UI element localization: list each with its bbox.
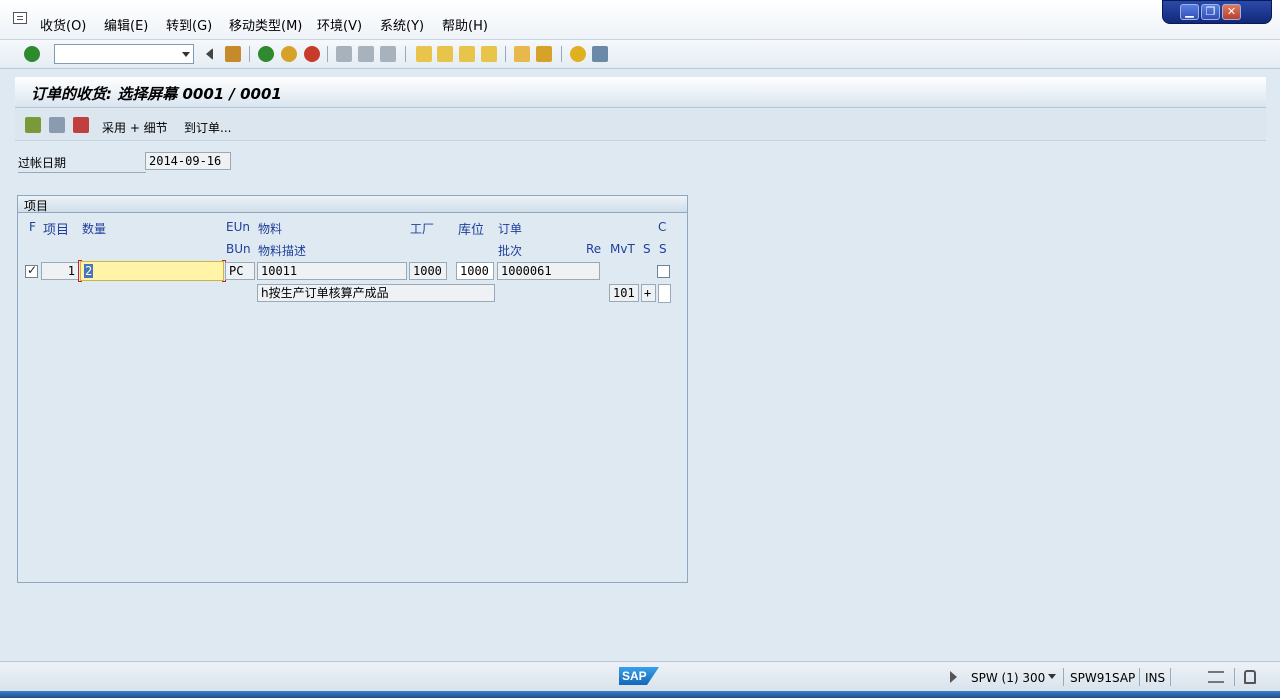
storage-location-field[interactable]: 1000: [456, 262, 494, 280]
find-next-icon[interactable]: [380, 46, 396, 62]
special-stock-field[interactable]: [658, 284, 671, 303]
window-controls: ▁ ❐ ✕: [1162, 0, 1272, 24]
layout-menu-icon[interactable]: [592, 46, 608, 62]
col-batch: 批次: [498, 244, 523, 258]
back-icon[interactable]: [258, 46, 274, 62]
status-bar: SAP SPW (1) 300 SPW91SAP INS: [0, 661, 1280, 691]
status-separator: [1063, 668, 1064, 686]
col-s2: S: [659, 242, 667, 256]
page-title: 订单的收货: 选择屏幕 0001 / 0001: [31, 85, 282, 103]
lock-icon: [1244, 670, 1256, 684]
toolbar-separator: [249, 46, 250, 62]
col-c: C: [658, 220, 667, 234]
menu-movement-type[interactable]: 移动类型(M): [229, 15, 302, 34]
item-number-field: 1: [41, 262, 79, 280]
posting-date-label: 过帐日期: [18, 154, 146, 173]
menu-bar: 收货(O) 编辑(E) 转到(G) 移动类型(M) 环境(V) 系统(Y) 帮助…: [0, 0, 1280, 40]
menu-system[interactable]: 系统(Y): [380, 15, 424, 34]
col-item: 项目: [43, 223, 70, 238]
next-page-icon[interactable]: [459, 46, 475, 62]
posting-date-field[interactable]: 2014-09-16: [145, 152, 231, 170]
col-re: Re: [586, 242, 602, 256]
plant-field: 1000: [409, 262, 447, 280]
command-field[interactable]: [54, 44, 194, 64]
exit-icon[interactable]: [281, 46, 297, 62]
col-quantity: 数量: [82, 222, 107, 236]
application-toolbar: 采用 + 细节 到订单...: [15, 109, 1266, 141]
overview-icon[interactable]: [25, 117, 41, 133]
quantity-value[interactable]: 2: [84, 264, 94, 278]
first-page-icon[interactable]: [416, 46, 432, 62]
print-icon[interactable]: [336, 46, 352, 62]
toolbar-separator: [327, 46, 328, 62]
close-button[interactable]: ✕: [1222, 4, 1241, 20]
quantity-field[interactable]: 2: [78, 260, 226, 282]
insert-mode[interactable]: INS: [1145, 671, 1165, 685]
items-group-header: 项目: [18, 196, 687, 213]
chevron-down-icon[interactable]: [1048, 674, 1056, 679]
previous-page-icon[interactable]: [437, 46, 453, 62]
system-menu-icon[interactable]: [13, 12, 27, 24]
os-taskbar: [0, 691, 1280, 698]
item-ok-checkbox[interactable]: [25, 263, 38, 278]
col-plant: 工厂: [410, 222, 435, 236]
enter-icon[interactable]: [24, 46, 40, 62]
material-description-field: h按生产订单核算产成品: [257, 284, 495, 302]
adopt-details-button[interactable]: 采用 + 细节: [102, 119, 168, 136]
col-order: 订单: [498, 222, 523, 236]
standard-toolbar: [0, 40, 1280, 69]
sap-logo: SAP: [619, 667, 659, 685]
to-order-button[interactable]: 到订单...: [184, 119, 231, 136]
last-page-icon[interactable]: [481, 46, 497, 62]
unit-field[interactable]: PC: [225, 262, 255, 280]
col-material-description: 物料描述: [258, 244, 307, 258]
toolbar-separator: [405, 46, 406, 62]
save-icon[interactable]: [225, 46, 241, 62]
expand-status-icon[interactable]: [950, 671, 957, 683]
stock-type-field: +: [641, 284, 656, 302]
system-info[interactable]: SPW (1) 300: [971, 671, 1045, 685]
shortcut-icon[interactable]: [536, 46, 552, 62]
col-base-unit: BUn: [226, 242, 251, 256]
col-s: S: [643, 242, 651, 256]
col-material: 物料: [258, 222, 283, 236]
material-field: 10011: [257, 262, 407, 280]
menu-goods-receipt[interactable]: 收货(O): [40, 15, 86, 34]
copy-icon[interactable]: [73, 117, 89, 133]
chevron-down-icon[interactable]: [182, 52, 190, 57]
minimize-button[interactable]: ▁: [1180, 4, 1199, 20]
toolbar-separator: [561, 46, 562, 62]
col-storage-location: 库位: [458, 223, 485, 238]
connection-icon: [1208, 671, 1224, 683]
items-group-title: 项目: [24, 199, 49, 213]
movement-type-field: 101: [609, 284, 639, 302]
order-field: 1000061: [497, 262, 600, 280]
screen-title-bar: 订单的收货: 选择屏幕 0001 / 0001: [15, 77, 1266, 108]
menu-help[interactable]: 帮助(H): [442, 15, 488, 34]
status-separator: [1234, 668, 1235, 686]
detail-icon[interactable]: [49, 117, 65, 133]
required-marker: [78, 260, 82, 282]
col-movement-type: MvT: [610, 242, 635, 256]
c-checkbox[interactable]: [657, 265, 670, 278]
server-info: SPW91SAP: [1070, 671, 1136, 685]
col-f: F: [29, 220, 36, 234]
back-arrow-icon[interactable]: [204, 48, 213, 60]
toolbar-separator: [505, 46, 506, 62]
col-entry-unit: EUn: [226, 220, 250, 234]
find-icon[interactable]: [358, 46, 374, 62]
help-icon[interactable]: [570, 46, 586, 62]
restore-button[interactable]: ❐: [1201, 4, 1220, 20]
menu-edit[interactable]: 编辑(E): [104, 15, 148, 34]
status-separator: [1170, 668, 1171, 686]
new-session-icon[interactable]: [514, 46, 530, 62]
cancel-icon[interactable]: [304, 46, 320, 62]
status-separator: [1139, 668, 1140, 686]
menu-goto[interactable]: 转到(G): [166, 15, 212, 34]
menu-environment[interactable]: 环境(V): [317, 15, 362, 34]
